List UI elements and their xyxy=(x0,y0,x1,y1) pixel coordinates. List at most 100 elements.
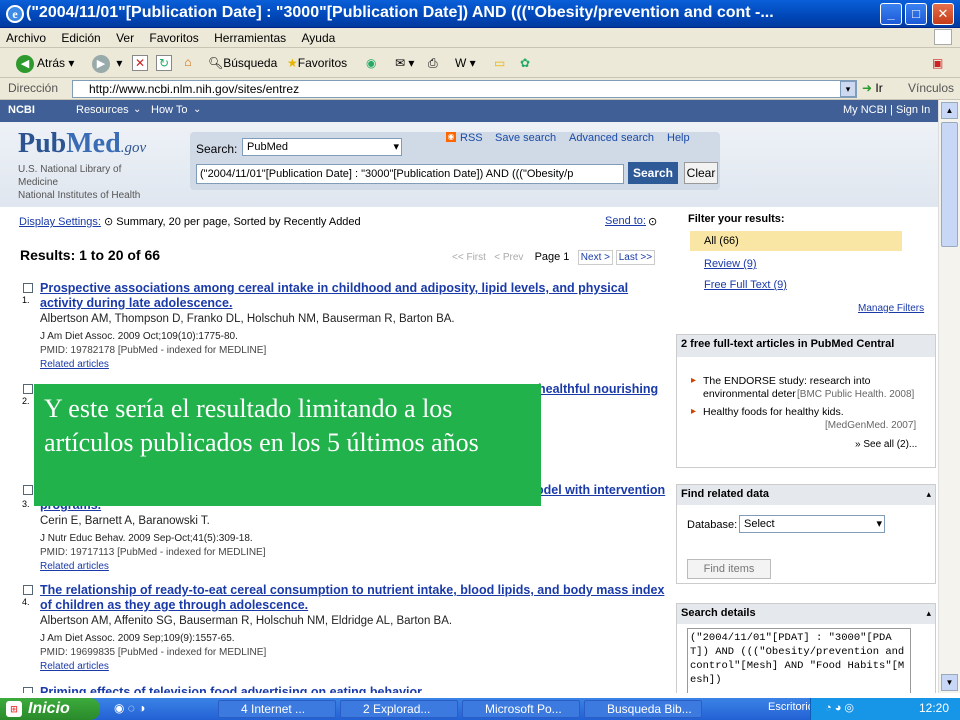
related-articles-link[interactable]: Related articles xyxy=(40,561,109,572)
resources-menu[interactable]: Resources xyxy=(76,104,129,116)
refresh-icon[interactable]: ↻ xyxy=(156,55,172,71)
result-title-link[interactable]: Priming effects of television food adver… xyxy=(40,685,670,693)
search-details-textarea[interactable]: ("2004/11/01"[PDAT] : "3000"[PDAT]) AND … xyxy=(687,628,911,693)
maximize-button[interactable]: □ xyxy=(905,3,927,25)
scroll-thumb[interactable] xyxy=(941,122,958,247)
my-ncbi-link[interactable]: My NCBI xyxy=(843,104,887,116)
advanced-search-link[interactable]: Advanced search xyxy=(569,132,654,144)
pmc-article-1-source: [BMC Public Health. 2008] xyxy=(797,389,915,400)
clear-button[interactable]: Clear xyxy=(684,162,718,184)
menu-edicion[interactable]: Edición xyxy=(55,28,106,45)
taskbar-item[interactable]: Busqueda Bib... xyxy=(584,700,702,718)
filter-free-text-link[interactable]: Free Full Text (9) xyxy=(704,279,787,291)
close-button[interactable]: ✕ xyxy=(932,3,954,25)
taskbar-item[interactable]: 2 Explorad... xyxy=(340,700,458,718)
pubmed-header: PubMed.gov U.S. National Library of Medi… xyxy=(0,122,938,207)
go-button[interactable]: ➜ Ir xyxy=(862,81,883,95)
collapse-icon[interactable]: ▴ xyxy=(926,489,931,500)
howto-menu[interactable]: How To xyxy=(151,104,187,116)
next-link[interactable]: Next > xyxy=(577,250,613,265)
menu-archivo[interactable]: Archivo xyxy=(0,28,52,45)
pubmed-logo[interactable]: PubMed.gov xyxy=(18,128,146,160)
print-icon[interactable]: ⎙ xyxy=(428,53,438,73)
taskbar-item[interactable]: 4 Internet ... xyxy=(218,700,336,718)
result-journal: J Am Diet Assoc. 2009 Sep;109(9):1557-65… xyxy=(40,633,235,644)
rss-link[interactable]: RSS xyxy=(460,132,483,144)
sign-in-link[interactable]: Sign In xyxy=(896,104,930,116)
edit-icon[interactable]: W ▾ xyxy=(455,53,476,73)
scroll-down-icon[interactable]: ▼ xyxy=(941,674,958,691)
links-label[interactable]: Vínculos xyxy=(908,81,954,95)
result-authors: Albertson AM, Affenito SG, Bauserman R, … xyxy=(40,615,453,627)
favorites-button[interactable]: ★Favoritos xyxy=(287,53,347,73)
taskbar-item[interactable]: Microsoft Po... xyxy=(462,700,580,718)
tray-icons[interactable]: ◔ ◕ ◎ xyxy=(825,701,854,714)
ncbi-logo[interactable]: NCBI xyxy=(8,104,35,116)
help-link[interactable]: Help xyxy=(667,132,690,144)
vertical-scrollbar[interactable]: ▲ ▼ xyxy=(938,100,960,693)
search-query-input[interactable]: ("2004/11/01"[Publication Date] : "3000"… xyxy=(196,164,624,184)
last-link[interactable]: Last >> xyxy=(615,250,656,265)
manage-filters-link[interactable]: Manage Filters xyxy=(858,303,924,314)
quicklaunch-icon[interactable]: ◉ ◌ ◑ xyxy=(114,701,146,715)
address-input[interactable]: http://www.ncbi.nlm.nih.gov/sites/entrez xyxy=(72,80,857,98)
search-submit-button[interactable]: Search xyxy=(628,162,678,184)
forward-button[interactable]: ▶ ▾ xyxy=(92,53,122,73)
result-title-link[interactable]: Prospective associations among cereal in… xyxy=(40,281,670,311)
filter-review-link[interactable]: Review (9) xyxy=(704,258,757,270)
address-dropdown-icon[interactable]: ▾ xyxy=(840,81,856,97)
search-button[interactable]: 🔍︎Búsqueda xyxy=(208,53,277,73)
result-number: 4. xyxy=(22,597,30,607)
minimize-button[interactable]: _ xyxy=(880,3,902,25)
find-items-button[interactable]: Find items xyxy=(687,559,771,579)
menu-ayuda[interactable]: Ayuda xyxy=(296,28,342,45)
display-settings-link[interactable]: Display Settings: xyxy=(19,216,101,228)
howto-chevron-icon: ⌄ xyxy=(193,104,202,115)
desktop-toolbar[interactable]: Escritorio xyxy=(768,701,814,713)
result-checkbox[interactable] xyxy=(23,485,33,495)
history-icon[interactable]: ◉ xyxy=(366,53,376,73)
first-link: << First xyxy=(452,252,486,263)
filter-panel: Filter your results: All (66) Review (9)… xyxy=(678,207,938,322)
menu-favoritos[interactable]: Favoritos xyxy=(143,28,204,45)
start-button[interactable]: ⊞ Inicio xyxy=(0,698,100,720)
send-to-link[interactable]: Send to: xyxy=(605,215,646,227)
messenger-icon[interactable]: ✿ xyxy=(520,53,530,73)
display-settings: Display Settings: ⊙ Summary, 20 per page… xyxy=(19,215,361,228)
menu-bar: Archivo Edición Ver Favoritos Herramient… xyxy=(0,28,960,48)
result-title-link[interactable]: healthful nourishing xyxy=(538,382,668,397)
result-checkbox[interactable] xyxy=(23,585,33,595)
menu-herramientas[interactable]: Herramientas xyxy=(208,28,292,45)
result-checkbox[interactable] xyxy=(23,283,33,293)
stop-icon[interactable]: ✕ xyxy=(132,55,148,71)
pmc-article-2-link[interactable]: Healthy foods for healthy kids. xyxy=(703,406,844,418)
filter-all-item[interactable]: All (66) xyxy=(690,231,902,251)
nlm-line-2: Medicine xyxy=(18,177,59,188)
database-label: Database: xyxy=(687,519,738,531)
result-title-link[interactable]: The relationship of ready-to-eat cereal … xyxy=(40,583,670,613)
result-checkbox[interactable] xyxy=(23,384,33,394)
scroll-up-icon[interactable]: ▲ xyxy=(941,102,958,119)
related-articles-link[interactable]: Related articles xyxy=(40,661,109,672)
home-icon[interactable]: ⌂ xyxy=(180,55,196,71)
toolbar: ◀ Atrás ▾ ▶ ▾ ✕ ↻ ⌂ 🔍︎Búsqueda ★Favoritos… xyxy=(0,48,960,78)
database-select[interactable]: PubMed ▾ xyxy=(242,138,402,156)
mail-icon[interactable]: ✉ ▾ xyxy=(395,53,414,73)
back-button[interactable]: ◀ Atrás ▾ xyxy=(16,53,74,73)
separator: | xyxy=(890,104,893,116)
folder-icon[interactable]: ▭ xyxy=(494,53,505,73)
toolbar-extra-icon[interactable]: ▣ xyxy=(932,53,943,73)
resources-chevron-icon: ⌄ xyxy=(133,104,142,115)
menu-ver[interactable]: Ver xyxy=(110,28,140,45)
save-search-link[interactable]: Save search xyxy=(495,132,556,144)
related-database-select[interactable]: Select ▾ xyxy=(739,515,885,533)
result-journal: J Am Diet Assoc. 2009 Oct;109(10):1775-8… xyxy=(40,331,238,342)
related-articles-link[interactable]: Related articles xyxy=(40,359,109,370)
see-all-link[interactable]: » See all (2)... xyxy=(855,439,917,450)
result-checkbox[interactable] xyxy=(23,687,33,693)
send-to-chevron-icon[interactable]: ⊙ xyxy=(648,215,657,228)
result-title-tail[interactable]: odel with intervention xyxy=(536,483,676,498)
result-pmid: PMID: 19717113 [PubMed - indexed for MED… xyxy=(40,547,266,558)
collapse-icon[interactable]: ▴ xyxy=(926,608,931,619)
window-title-bar[interactable]: e ("2004/11/01"[Publication Date] : "300… xyxy=(0,0,960,28)
